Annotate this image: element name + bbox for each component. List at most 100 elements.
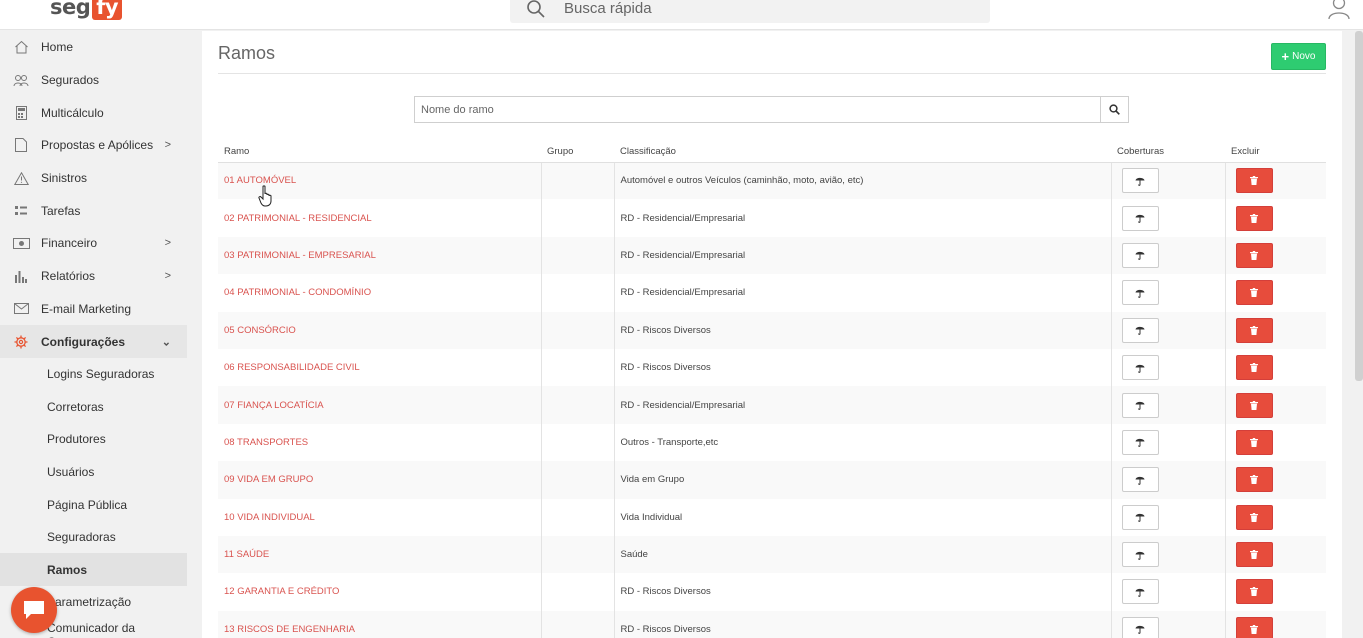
delete-button[interactable] bbox=[1235, 467, 1273, 493]
ramo-link[interactable]: 05 CONSÓRCIO bbox=[224, 325, 296, 336]
cell-coberturas bbox=[1110, 274, 1225, 312]
ramo-link[interactable]: 09 VIDA EM GRUPO bbox=[224, 474, 313, 485]
ramo-link[interactable]: 07 FIANÇA LOCATÍCIA bbox=[224, 400, 324, 411]
cell-coberturas bbox=[1110, 610, 1225, 638]
user-icon[interactable] bbox=[1326, 0, 1352, 20]
coverage-button[interactable] bbox=[1121, 205, 1159, 231]
cell-grupo bbox=[540, 461, 614, 499]
delete-button[interactable] bbox=[1235, 317, 1273, 343]
sidebar-subitem-ramos[interactable]: Ramos bbox=[0, 553, 187, 587]
umbrella-icon bbox=[1135, 626, 1145, 635]
coverage-button[interactable] bbox=[1121, 579, 1159, 605]
logo[interactable]: seg fy bbox=[50, 0, 123, 20]
sidebar-item-segurados[interactable]: Segurados bbox=[0, 64, 187, 97]
delete-button[interactable] bbox=[1235, 168, 1273, 194]
cell-classificacao: RD - Riscos Diversos bbox=[613, 573, 1111, 611]
table-row: 05 CONSÓRCIO RD - Riscos Diversos bbox=[218, 311, 1326, 349]
sidebar-item-configuracoes[interactable]: Configurações ⌄ bbox=[0, 325, 187, 358]
new-button[interactable]: + Novo bbox=[1271, 43, 1326, 70]
delete-button[interactable] bbox=[1235, 392, 1273, 418]
top-bar: seg fy bbox=[0, 0, 1363, 30]
table-row: 04 PATRIMONIAL - CONDOMÍNIO RD - Residenc… bbox=[218, 274, 1326, 312]
ramo-link[interactable]: 10 VIDA INDIVIDUAL bbox=[224, 512, 315, 523]
quick-search-input[interactable] bbox=[564, 0, 964, 17]
cell-grupo bbox=[540, 573, 614, 611]
cell-ramo: 07 FIANÇA LOCATÍCIA bbox=[218, 386, 541, 424]
cell-classificacao: RD - Residencial/Empresarial bbox=[613, 274, 1111, 312]
sidebar-item-multicalculo[interactable]: Multicálculo bbox=[0, 96, 187, 129]
sidebar-subitem-corretoras[interactable]: Corretoras bbox=[0, 390, 187, 423]
sidebar-subitem-seguradoras[interactable]: Seguradoras bbox=[0, 521, 187, 554]
trash-icon bbox=[1250, 437, 1258, 447]
sidebar-item-financeiro[interactable]: Financeiro > bbox=[0, 227, 187, 260]
cell-grupo bbox=[540, 199, 614, 237]
cell-grupo bbox=[540, 348, 614, 387]
delete-button[interactable] bbox=[1235, 242, 1273, 268]
coverage-button[interactable] bbox=[1121, 429, 1159, 455]
cell-excluir bbox=[1224, 535, 1326, 574]
coverage-button[interactable] bbox=[1121, 392, 1159, 418]
delete-button[interactable] bbox=[1235, 579, 1273, 605]
ramo-link[interactable]: 02 PATRIMONIAL - RESIDENCIAL bbox=[224, 213, 372, 224]
ramo-link[interactable]: 04 PATRIMONIAL - CONDOMÍNIO bbox=[224, 287, 371, 298]
ramo-link[interactable]: 08 TRANSPORTES bbox=[224, 437, 308, 448]
logo-text-left: seg bbox=[50, 0, 91, 19]
delete-button[interactable] bbox=[1235, 542, 1273, 568]
search-icon[interactable] bbox=[526, 0, 546, 19]
umbrella-icon bbox=[1135, 289, 1145, 298]
sidebar-item-propostas[interactable]: Propostas e Apólices > bbox=[0, 129, 187, 162]
cell-ramo: 12 GARANTIA E CRÉDITO bbox=[218, 573, 541, 611]
delete-button[interactable] bbox=[1235, 429, 1273, 455]
sidebar-item-email-marketing[interactable]: E-mail Marketing bbox=[0, 293, 187, 326]
cell-classificacao: Automóvel e outros Veículos (caminhão, m… bbox=[613, 162, 1111, 200]
delete-button[interactable] bbox=[1235, 355, 1273, 381]
table-row: 09 VIDA EM GRUPO Vida em Grupo bbox=[218, 461, 1326, 499]
cell-excluir bbox=[1224, 423, 1326, 462]
umbrella-icon bbox=[1135, 252, 1145, 261]
cell-classificacao: RD - Residencial/Empresarial bbox=[613, 199, 1111, 237]
sidebar-subitem-usuarios[interactable]: Usuários bbox=[0, 456, 187, 489]
delete-button[interactable] bbox=[1235, 504, 1273, 530]
column-header-classificacao: Classificação bbox=[614, 141, 1111, 163]
coverage-button[interactable] bbox=[1121, 542, 1159, 568]
sidebar-item-tarefas[interactable]: Tarefas bbox=[0, 194, 187, 227]
bar-chart-icon bbox=[12, 268, 30, 284]
cell-excluir bbox=[1224, 199, 1326, 237]
ramo-link[interactable]: 12 GARANTIA E CRÉDITO bbox=[224, 586, 339, 597]
scrollbar[interactable] bbox=[1355, 31, 1363, 381]
delete-button[interactable] bbox=[1235, 280, 1273, 306]
sidebar-subitem-produtores[interactable]: Produtores bbox=[0, 423, 187, 456]
chat-button[interactable] bbox=[11, 587, 57, 633]
delete-button[interactable] bbox=[1235, 616, 1273, 638]
trash-icon bbox=[1250, 624, 1258, 634]
coverage-button[interactable] bbox=[1121, 355, 1159, 381]
table-body: 01 AUTOMÓVEL Automóvel e outros Veículos … bbox=[218, 162, 1326, 638]
delete-button[interactable] bbox=[1235, 205, 1273, 231]
ramo-link[interactable]: 03 PATRIMONIAL - EMPRESARIAL bbox=[224, 250, 376, 261]
coverage-button[interactable] bbox=[1121, 317, 1159, 343]
umbrella-icon bbox=[1135, 476, 1145, 485]
coverage-button[interactable] bbox=[1121, 504, 1159, 530]
filter-search-button[interactable] bbox=[1100, 96, 1129, 123]
sidebar-subitem-pagina-publica[interactable]: Página Pública bbox=[0, 488, 187, 521]
sidebar-item-home[interactable]: Home bbox=[0, 31, 187, 64]
table-row: 08 TRANSPORTES Outros - Transporte,etc bbox=[218, 423, 1326, 462]
ramo-link[interactable]: 06 RESPONSABILIDADE CIVIL bbox=[224, 362, 360, 373]
ramo-link[interactable]: 13 RISCOS DE ENGENHARIA bbox=[224, 624, 355, 635]
sidebar-item-sinistros[interactable]: Sinistros bbox=[0, 162, 187, 195]
cell-grupo bbox=[540, 236, 614, 275]
ramo-link[interactable]: 11 SAÚDE bbox=[224, 549, 269, 560]
sidebar-subitem-logins-seguradoras[interactable]: Logins Seguradoras bbox=[0, 358, 187, 391]
umbrella-icon bbox=[1135, 401, 1145, 410]
coverage-button[interactable] bbox=[1121, 280, 1159, 306]
plus-icon: + bbox=[1281, 49, 1290, 64]
coverage-button[interactable] bbox=[1121, 616, 1159, 638]
trash-icon bbox=[1250, 512, 1258, 522]
coverage-button[interactable] bbox=[1121, 168, 1159, 194]
coverage-button[interactable] bbox=[1121, 242, 1159, 268]
sidebar-item-relatorios[interactable]: Relatórios > bbox=[0, 260, 187, 293]
cell-coberturas bbox=[1110, 535, 1225, 574]
cell-excluir bbox=[1224, 461, 1326, 499]
coverage-button[interactable] bbox=[1121, 467, 1159, 493]
branch-name-input[interactable] bbox=[414, 96, 1100, 123]
